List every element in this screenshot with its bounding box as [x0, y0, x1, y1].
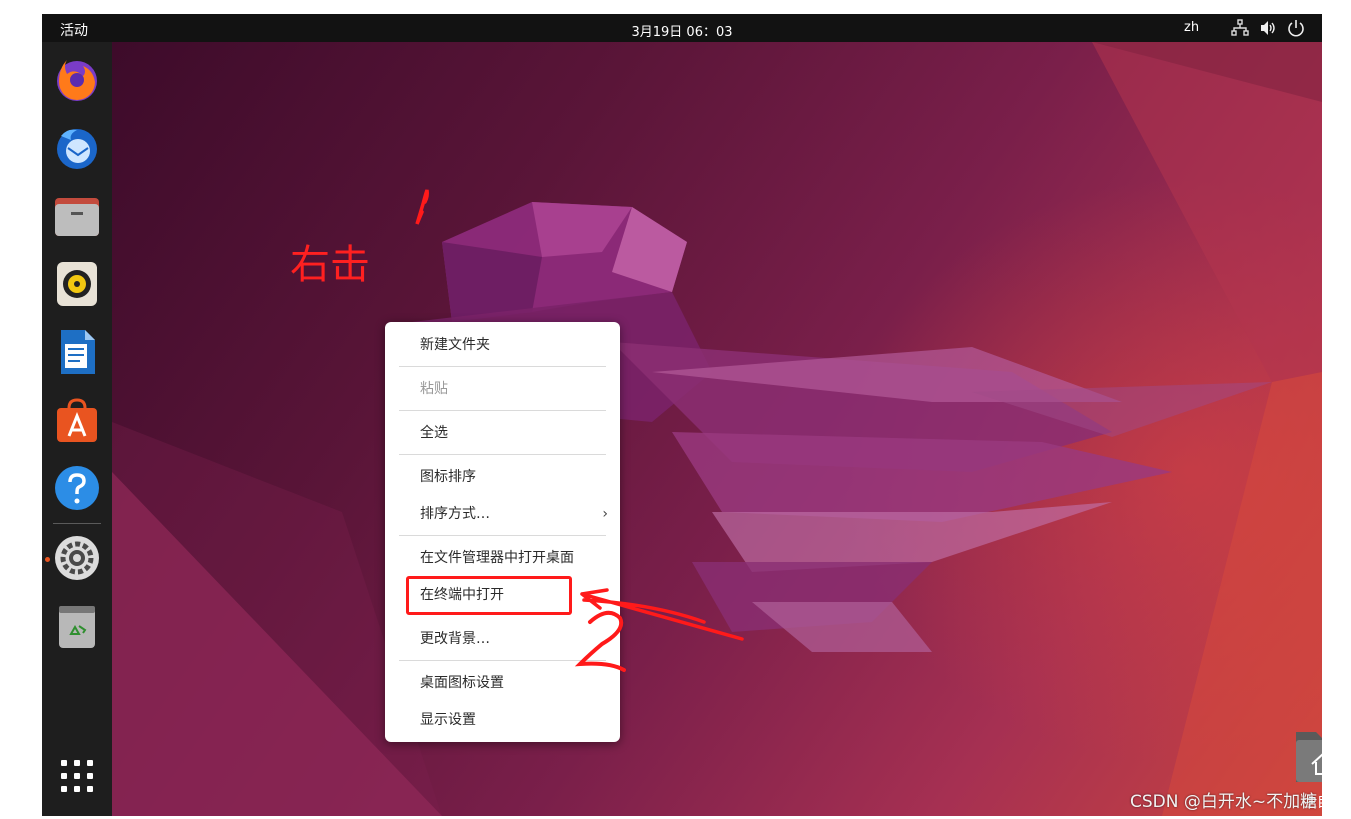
running-indicator — [45, 557, 50, 562]
power-icon[interactable] — [1286, 18, 1306, 38]
rhythmbox-icon[interactable] — [53, 260, 101, 308]
annotation-highlight-box — [406, 576, 572, 615]
menu-display-settings[interactable]: 显示设置 — [385, 703, 620, 737]
dock-separator — [53, 523, 101, 524]
dock — [42, 42, 112, 816]
settings-icon[interactable] — [53, 534, 101, 582]
top-bar: 活动 3月19日 06：03 zh — [42, 14, 1322, 42]
menu-sort-by-label: 排序方式… — [420, 506, 490, 522]
clock[interactable]: 3月19日 06：03 — [42, 21, 1322, 40]
home-folder-icon[interactable] — [1292, 724, 1322, 786]
help-icon[interactable] — [53, 464, 101, 512]
trash-icon[interactable] — [53, 602, 101, 650]
wallpaper-jellyfish — [112, 42, 1322, 816]
menu-separator — [399, 410, 606, 411]
menu-open-desktop-in-files[interactable]: 在文件管理器中打开桌面 — [385, 541, 620, 575]
menu-sort-by[interactable]: 排序方式… › — [385, 497, 620, 531]
menu-desktop-icon-settings[interactable]: 桌面图标设置 — [385, 666, 620, 700]
ubuntu-screen: 主目录 活动 3月19日 06：03 zh — [42, 14, 1322, 816]
firefox-icon[interactable] — [53, 56, 101, 104]
watermark: CSDN @白开水~不加糖 — [1130, 792, 1318, 812]
menu-separator — [399, 535, 606, 536]
annotation-right-click-text: 右击 — [290, 242, 370, 288]
desktop-background[interactable]: 主目录 — [112, 42, 1322, 816]
menu-separator — [399, 454, 606, 455]
writer-icon[interactable] — [53, 328, 101, 376]
menu-separator — [399, 660, 606, 661]
menu-paste: 粘贴 — [420, 381, 448, 397]
volume-icon[interactable] — [1258, 18, 1278, 38]
software-icon[interactable] — [53, 396, 101, 444]
menu-change-background[interactable]: 更改背景… — [385, 622, 620, 656]
chevron-right-icon: › — [602, 506, 608, 522]
desktop-context-menu: 新建文件夹 粘贴 全选 图标排序 排序方式… › 在文件管理器中打开桌面 在终端… — [385, 322, 620, 742]
network-icon[interactable] — [1230, 18, 1250, 38]
menu-select-all[interactable]: 全选 — [385, 416, 620, 450]
app-grid-icon[interactable] — [53, 752, 101, 800]
thunderbird-icon[interactable] — [53, 124, 101, 172]
files-icon[interactable] — [53, 192, 101, 240]
input-method-indicator[interactable]: zh — [1184, 20, 1199, 35]
menu-new-folder[interactable]: 新建文件夹 — [385, 328, 620, 362]
menu-separator — [399, 366, 606, 367]
menu-arrange-icons[interactable]: 图标排序 — [385, 460, 620, 494]
